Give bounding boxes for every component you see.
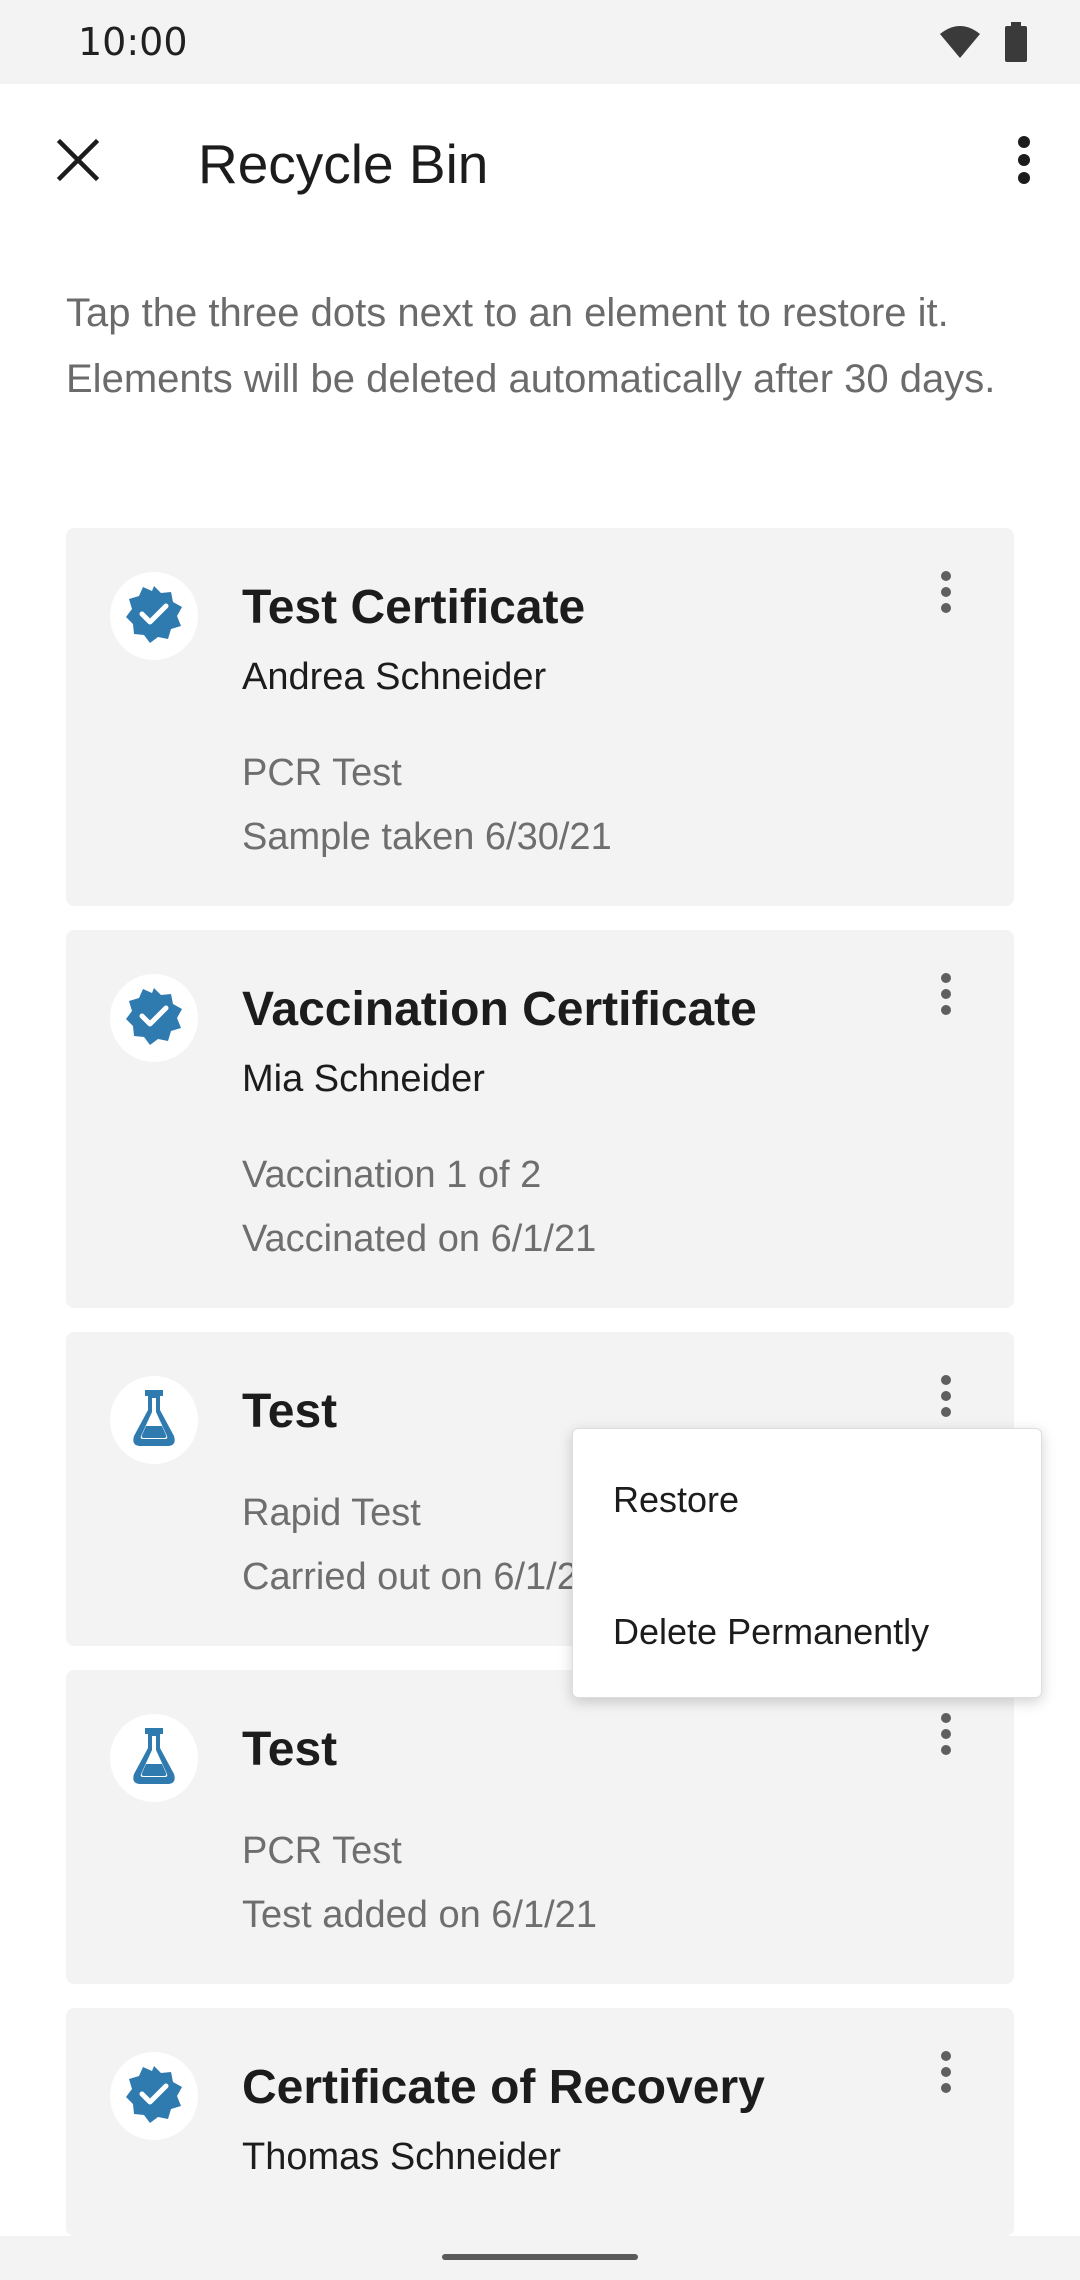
card-date: Test added on 6/1/21: [242, 1894, 597, 1936]
list-item[interactable]: Vaccination Certificate Mia Schneider Va…: [66, 930, 1014, 1308]
card-title: Test: [242, 1723, 338, 1776]
more-vert-icon: [1017, 135, 1031, 189]
more-vert-icon: [940, 570, 952, 619]
status-icons: [938, 22, 1028, 67]
close-icon: [56, 138, 100, 187]
app-bar: Recycle Bin: [0, 84, 1080, 244]
list-item[interactable]: Test Certificate Andrea Schneider PCR Te…: [66, 528, 1014, 906]
status-bar: 10:00: [0, 0, 1080, 84]
card-title: Certificate of Recovery: [242, 2061, 765, 2114]
card-title: Test Certificate: [242, 581, 586, 634]
card-more-button[interactable]: [918, 2038, 974, 2110]
flask-icon: [129, 1388, 179, 1453]
test-avatar: [110, 1376, 198, 1464]
status-time: 10:00: [78, 20, 188, 64]
certificate-avatar: [110, 974, 198, 1062]
card-detail: Vaccination 1 of 2: [242, 1154, 542, 1196]
verified-badge-icon: [124, 2064, 184, 2129]
card-more-button[interactable]: [918, 960, 974, 1032]
battery-icon: [1004, 22, 1028, 67]
certificate-avatar: [110, 2052, 198, 2140]
intro-text: Tap the three dots next to an element to…: [66, 291, 996, 401]
more-vert-icon: [940, 1374, 952, 1423]
card-date: Vaccinated on 6/1/21: [242, 1218, 597, 1260]
card-more-button[interactable]: [918, 558, 974, 630]
flask-icon: [129, 1726, 179, 1791]
page-title: Recycle Bin: [198, 133, 489, 195]
card-more-button[interactable]: [918, 1362, 974, 1434]
menu-item-restore[interactable]: Restore: [613, 1479, 739, 1521]
card-person-name: Thomas Schneider: [242, 2136, 561, 2178]
card-detail: PCR Test: [242, 1830, 402, 1872]
verified-badge-icon: [124, 584, 184, 649]
list-item[interactable]: Certificate of Recovery Thomas Schneider: [66, 2008, 1014, 2236]
card-date: Sample taken 6/30/21: [242, 816, 612, 858]
test-avatar: [110, 1714, 198, 1802]
more-vert-icon: [940, 972, 952, 1021]
certificate-avatar: [110, 572, 198, 660]
navigation-bar: [0, 2236, 1080, 2280]
card-person-name: Andrea Schneider: [242, 656, 547, 698]
verified-badge-icon: [124, 986, 184, 1051]
more-vert-icon: [940, 1712, 952, 1761]
overflow-menu-button[interactable]: [988, 126, 1060, 198]
card-detail: Rapid Test: [242, 1492, 421, 1534]
gesture-handle[interactable]: [442, 2254, 638, 2260]
menu-item-delete-permanently[interactable]: Delete Permanently: [613, 1611, 929, 1653]
context-menu: Restore Delete Permanently: [572, 1428, 1042, 1698]
card-detail: PCR Test: [242, 752, 402, 794]
more-vert-icon: [940, 2050, 952, 2099]
card-more-button[interactable]: [918, 1700, 974, 1772]
card-title: Vaccination Certificate: [242, 983, 757, 1036]
close-button[interactable]: [42, 126, 114, 198]
card-date: Carried out on 6/1/21: [242, 1556, 600, 1598]
card-person-name: Mia Schneider: [242, 1058, 485, 1100]
list-item[interactable]: Test PCR Test Test added on 6/1/21: [66, 1670, 1014, 1984]
card-title: Test: [242, 1385, 338, 1438]
wifi-icon: [938, 24, 982, 65]
